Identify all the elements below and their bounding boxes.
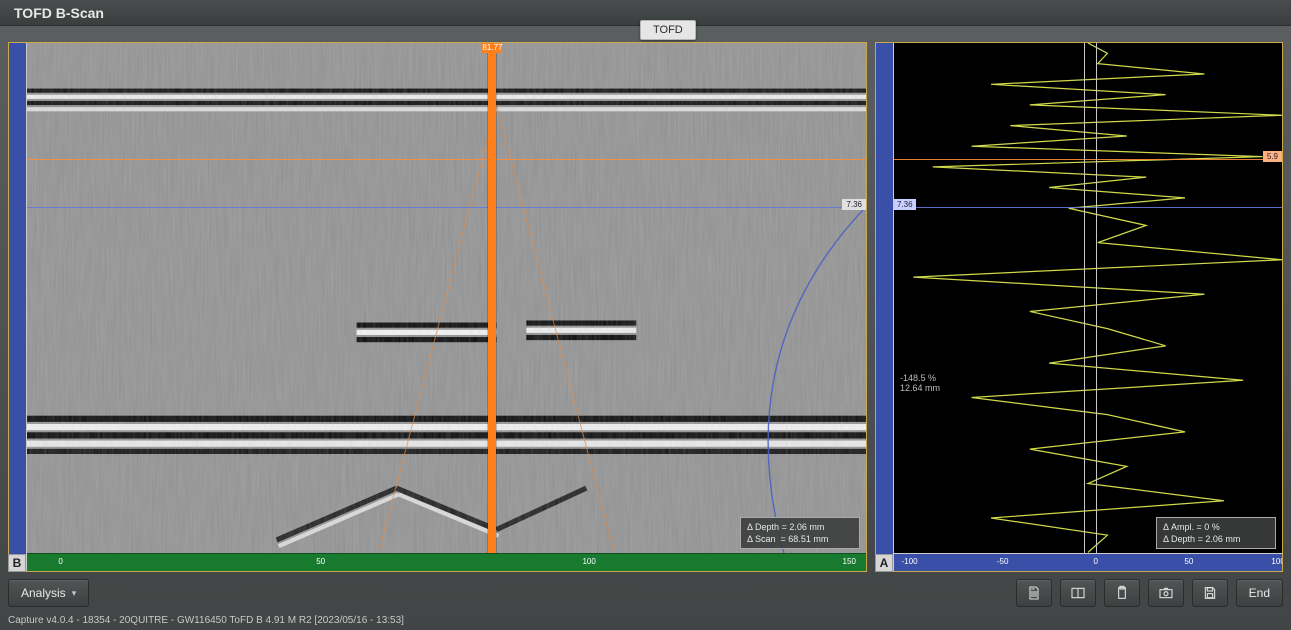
tab-label: TOFD — [653, 24, 683, 36]
content-row: B LS — [8, 42, 1283, 572]
panel-badge-b: B — [8, 554, 26, 572]
scan-tick: 0 — [58, 557, 62, 566]
info-val: = 68.51 mm — [781, 534, 829, 544]
txt-export-icon — [1026, 585, 1042, 601]
info-key: Δ Ampl. — [1163, 522, 1194, 532]
scan-tick: 150 — [843, 557, 856, 566]
depth-ruler[interactable]: A — [876, 43, 894, 571]
chevron-down-icon: ▾ — [72, 588, 77, 599]
ascan-canvas[interactable]: LS 5.9 7.36 -148.5 % 12.64 mm Δ Ampl. = … — [894, 43, 1282, 571]
scan-tick: 50 — [316, 557, 325, 566]
page-title: TOFD B-Scan — [14, 5, 104, 21]
scan-tick: 100 — [582, 557, 595, 566]
layout-button[interactable] — [1060, 579, 1096, 607]
blue-depth-value: 7.36 — [894, 199, 916, 210]
depth-ruler[interactable]: B — [9, 43, 27, 571]
ampl-tick: -100 — [902, 557, 918, 566]
bottom-toolbar: Analysis ▾ End — [8, 578, 1283, 608]
panel-ascan: A LS 5.9 7.36 -148.5 % 12.64 mm Δ Ampl. … — [875, 42, 1283, 572]
amplitude-cursor-1[interactable] — [1084, 43, 1085, 553]
analysis-button[interactable]: Analysis ▾ — [8, 579, 89, 607]
info-key: Δ Scan — [747, 534, 776, 544]
end-button[interactable]: End — [1236, 579, 1283, 607]
scan-cursor-value: 81.77 — [482, 43, 502, 53]
clipboard-icon — [1114, 585, 1130, 601]
ampl-tick: 100 — [1271, 557, 1282, 566]
blue-depth-value: 7.36 — [842, 199, 866, 210]
layout-icon — [1070, 585, 1086, 601]
scan-axis[interactable]: 0 50 100 150 — [27, 553, 866, 571]
camera-icon — [1158, 585, 1174, 601]
icon-row: End — [1016, 579, 1283, 607]
save-icon — [1202, 585, 1218, 601]
blue-depth-line[interactable]: 7.36 — [894, 207, 1282, 208]
save-button[interactable] — [1192, 579, 1228, 607]
clipboard-button[interactable] — [1104, 579, 1140, 607]
ampl-tick: -50 — [997, 557, 1009, 566]
ampl-tick: 50 — [1184, 557, 1193, 566]
panel-bscan: B LS — [8, 42, 867, 572]
amplitude-cursor-2[interactable] — [1096, 43, 1097, 553]
ascan-plot — [894, 43, 1282, 571]
orange-depth-value: 5.9 — [1263, 151, 1282, 162]
scan-cursor[interactable]: 81.77 — [488, 43, 496, 553]
amplitude-axis[interactable]: -100 -50 0 50 100 — [894, 553, 1282, 571]
info-val: = 2.06 mm — [1198, 534, 1241, 544]
info-val: = 2.06 mm — [782, 522, 825, 532]
ascan-info-box: Δ Ampl. = 0 % Δ Depth = 2.06 mm — [1156, 517, 1276, 549]
status-line: Capture v4.0.4 - 18354 - 20QUITRE - GW11… — [8, 615, 404, 626]
bscan-image — [27, 43, 866, 571]
camera-button[interactable] — [1148, 579, 1184, 607]
info-val: = 0 % — [1197, 522, 1220, 532]
readout-depth: 12.64 mm — [900, 383, 940, 393]
end-label: End — [1249, 586, 1270, 600]
info-key: Δ Depth — [747, 522, 779, 532]
bscan-info-box: Δ Depth = 2.06 mm Δ Scan = 68.51 mm — [740, 517, 860, 549]
bscan-canvas[interactable]: LS — [27, 43, 866, 571]
ascan-readout: -148.5 % 12.64 mm — [900, 373, 940, 393]
ampl-tick: 0 — [1094, 557, 1098, 566]
panel-badge-a: A — [875, 554, 893, 572]
txt-export-button[interactable] — [1016, 579, 1052, 607]
orange-depth-line[interactable]: 5.9 — [894, 159, 1282, 160]
blue-depth-line[interactable]: 7.36 — [27, 207, 866, 208]
info-key: Δ Depth — [1163, 534, 1195, 544]
orange-depth-line[interactable]: 5.9 — [27, 159, 866, 160]
analysis-label: Analysis — [21, 586, 66, 600]
readout-ampl: -148.5 % — [900, 373, 940, 383]
tab-tofd[interactable]: TOFD — [640, 20, 696, 40]
